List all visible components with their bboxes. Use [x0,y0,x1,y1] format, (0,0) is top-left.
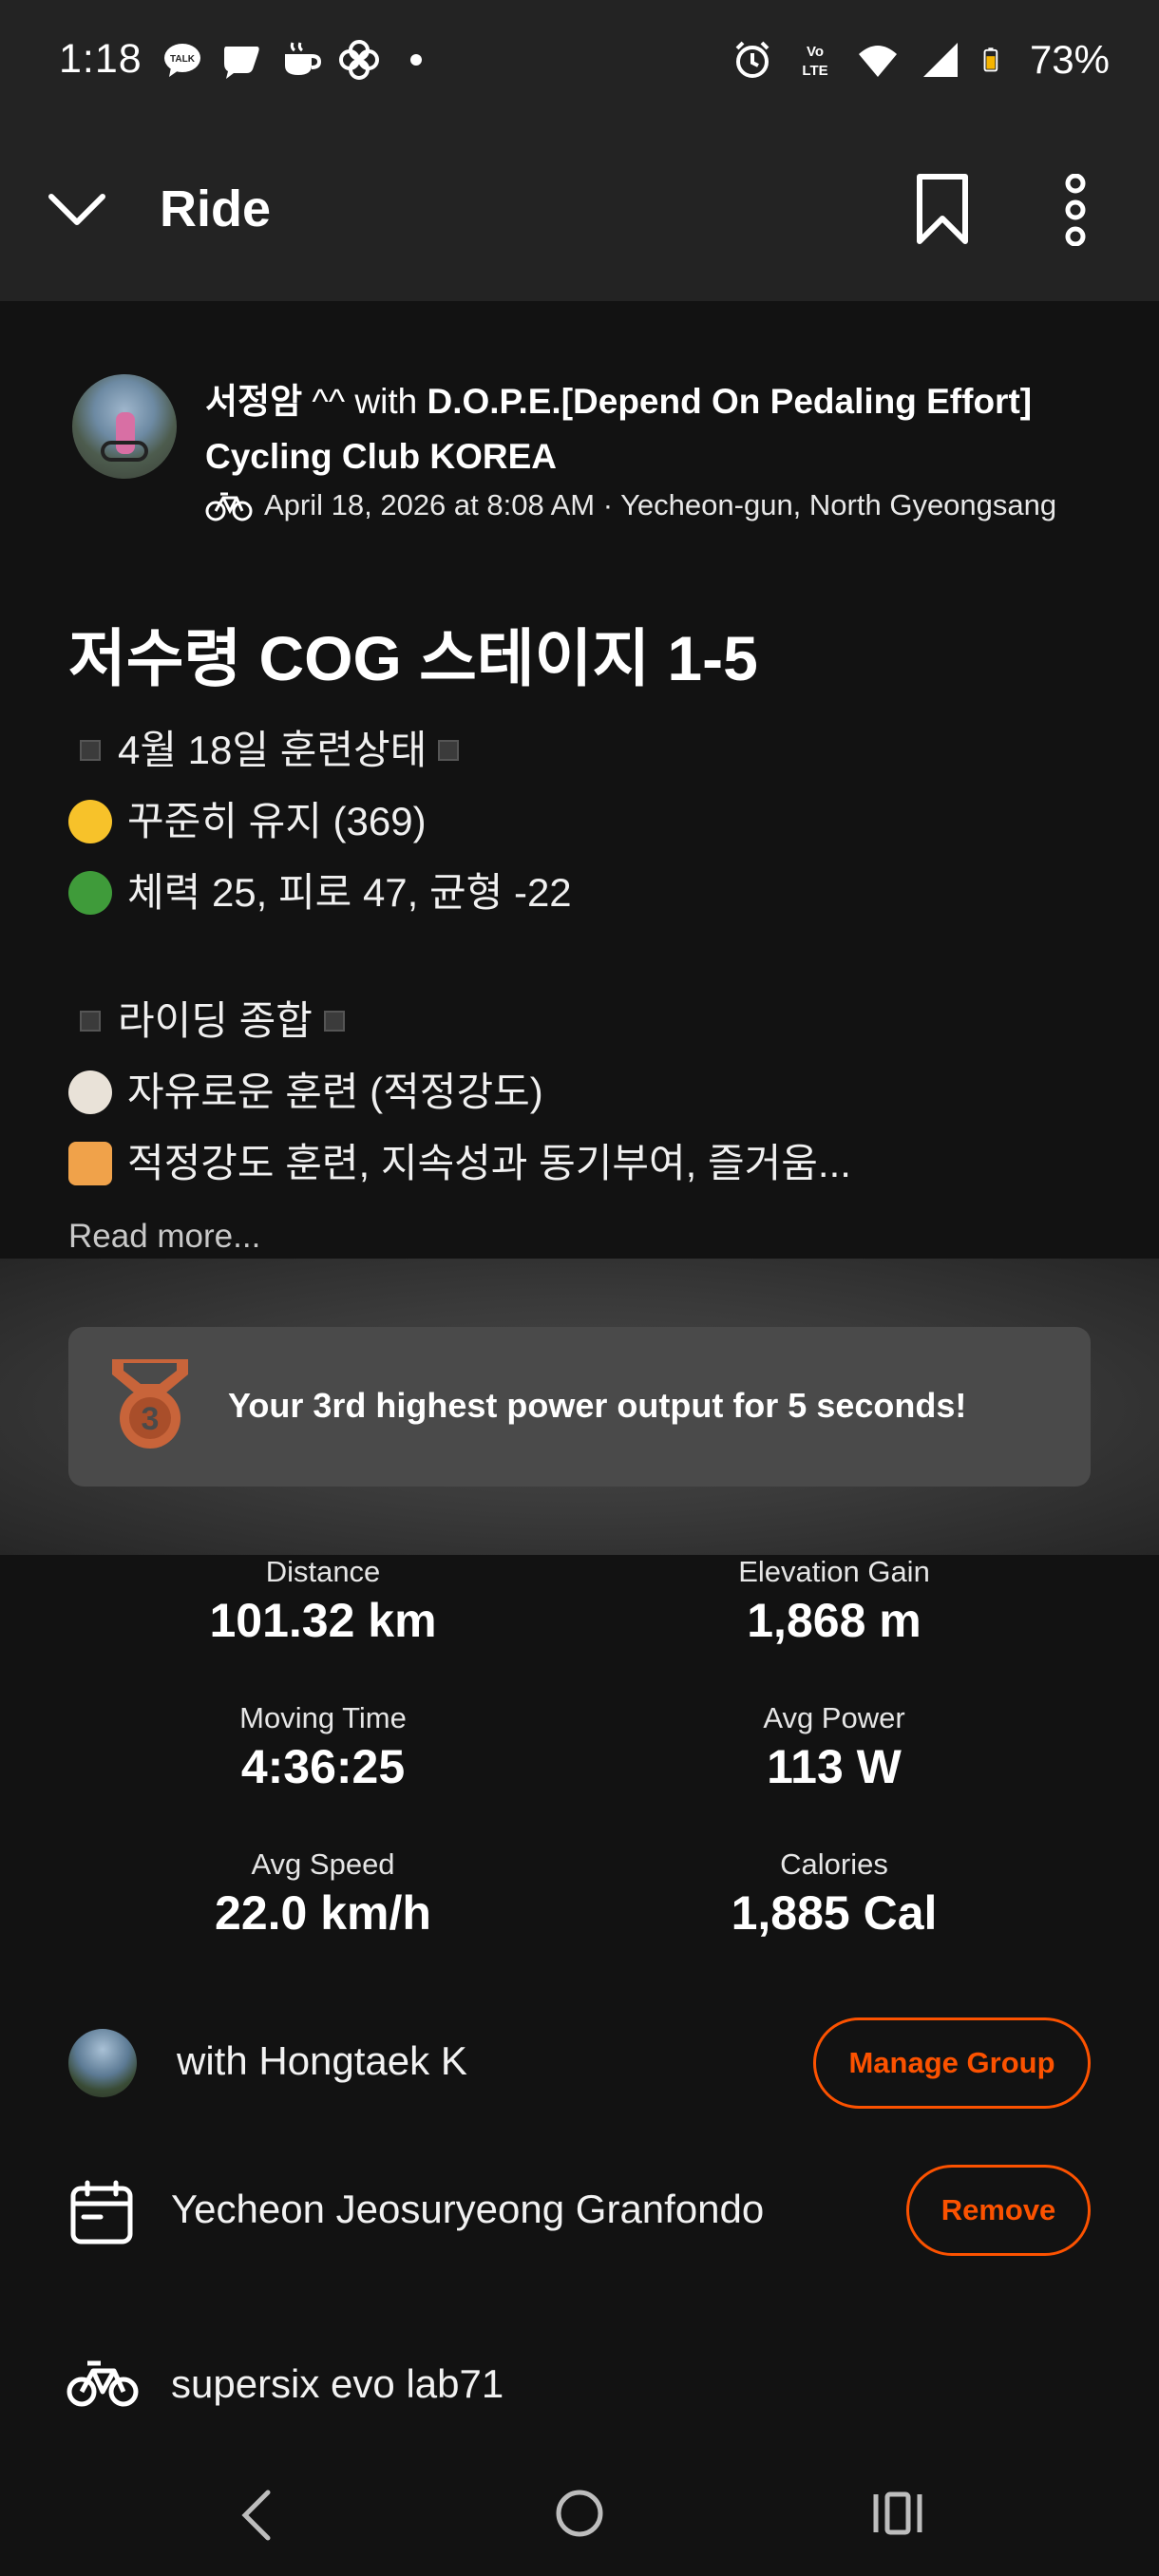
svg-text:Vo: Vo [807,44,824,60]
stat-label: Avg Speed [251,1847,395,1881]
pinwheel-icon [338,39,379,80]
tag-emoji-icon [68,1141,112,1185]
stat-value: 101.32 km [209,1594,437,1647]
square-bullet-icon [323,1010,345,1032]
cafe-icon [284,41,321,75]
square-bullet-icon [80,739,101,761]
status-bar: 1:18 TALK Vo LTE 73% [0,0,1159,119]
achievement-card[interactable]: 3 Your 3rd highest power output for 5 se… [68,1327,1091,1487]
back-icon[interactable] [238,2489,276,2542]
stat-label: Moving Time [239,1701,407,1734]
page-title: Ride [160,180,272,237]
stat-label: Distance [265,1555,381,1588]
volte-icon: Vo LTE [802,44,827,79]
desc-line-1: 꾸준히 유지 (369) [127,799,427,843]
tree-emoji-icon [68,870,112,915]
signal-icon [922,42,958,77]
activity-author: 서정암 ^^ with D.O.P.E.[Depend On Pedaling … [205,374,1117,484]
read-more-link[interactable]: Read more... [68,1218,260,1256]
desc-line-3: 자유로운 훈련 (적정강도) [127,1070,543,1114]
home-icon[interactable] [555,2489,604,2538]
stat-label: Calories [780,1847,888,1881]
bike-icon [205,492,253,521]
notification-dot [409,53,422,66]
stat-distance: Distance 101.32 km [57,1555,589,1648]
talk-icon: TALK [163,43,200,77]
system-nav-bar [0,2432,1159,2576]
svg-text:TALK: TALK [170,54,196,65]
stat-value: 113 W [767,1740,902,1793]
desc-line-4: 적정강도 훈련, 지속성과 동기부여, 즐거움... [127,1141,851,1185]
stat-value: 1,868 m [747,1594,922,1647]
medal-rank: 3 [142,1401,160,1437]
manage-group-button[interactable]: Manage Group [813,2017,1091,2109]
battery-icon [983,47,998,71]
dog-emoji-icon [68,1070,112,1114]
stat-calories: Calories 1,885 Cal [568,1847,1100,1941]
group-text: with Hongtaek K [177,2038,467,2083]
stat-avg-speed: Avg Speed 22.0 km/h [57,1847,589,1941]
desc-line-2: 체력 25, 피로 47, 균형 -22 [127,870,572,915]
stat-avg-power: Avg Power 113 W [568,1701,1100,1794]
group-member-avatar[interactable] [68,2029,137,2097]
achievement-banner: 3 Your 3rd highest power output for 5 se… [0,1259,1159,1555]
stat-elevation: Elevation Gain 1,868 m [568,1555,1100,1648]
remove-event-button[interactable]: Remove [906,2165,1091,2256]
chat-icon [223,46,259,79]
event-name[interactable]: Yecheon Jeosuryeong Granfondo [171,2187,764,2232]
stat-label: Elevation Gain [738,1555,930,1588]
app-bar: Ride [0,119,1159,301]
stat-label: Avg Power [763,1701,905,1734]
recents-icon[interactable] [872,2491,923,2536]
author-suffix: ^^ with [302,382,428,421]
more-options-icon[interactable] [1054,174,1096,246]
status-time: 1:18 [59,36,142,82]
bike-gear-icon [66,2360,139,2407]
stat-value: 1,885 Cal [731,1886,938,1940]
wifi-icon [858,45,897,77]
medal-icon: 3 [112,1359,188,1449]
battery-percent: 73% [1029,36,1110,82]
activity-description: 4월 18일 훈련상태 꾸준히 유지 (369) 체력 25, 피로 47, 균… [68,714,851,1199]
activity-date-location: April 18, 2026 at 8:08 AM · Yecheon-gun,… [264,488,1057,521]
svg-text:LTE: LTE [802,63,827,79]
smiley-emoji-icon [68,799,112,843]
square-bullet-icon [438,739,460,761]
activity-meta: April 18, 2026 at 8:08 AM · Yecheon-gun,… [205,488,1056,522]
athlete-name[interactable]: 서정암 [205,382,302,421]
stat-moving-time: Moving Time 4:36:25 [57,1701,589,1794]
desc-header-2: 라이딩 종합 [118,998,313,1043]
activity-title: 저수령 COG 스테이지 1-5 [68,623,758,693]
achievement-text: Your 3rd highest power output for 5 seco… [228,1386,967,1425]
chevron-down-icon[interactable] [46,181,108,238]
stat-value: 22.0 km/h [215,1886,431,1940]
alarm-icon [735,41,770,78]
desc-header-1: 4월 18일 훈련상태 [118,728,428,772]
calendar-icon [70,2180,133,2245]
athlete-avatar[interactable] [72,374,177,479]
gear-name[interactable]: supersix evo lab71 [171,2361,504,2407]
square-bullet-icon [80,1010,101,1032]
bookmark-icon[interactable] [914,173,971,245]
stat-value: 4:36:25 [240,1740,406,1793]
